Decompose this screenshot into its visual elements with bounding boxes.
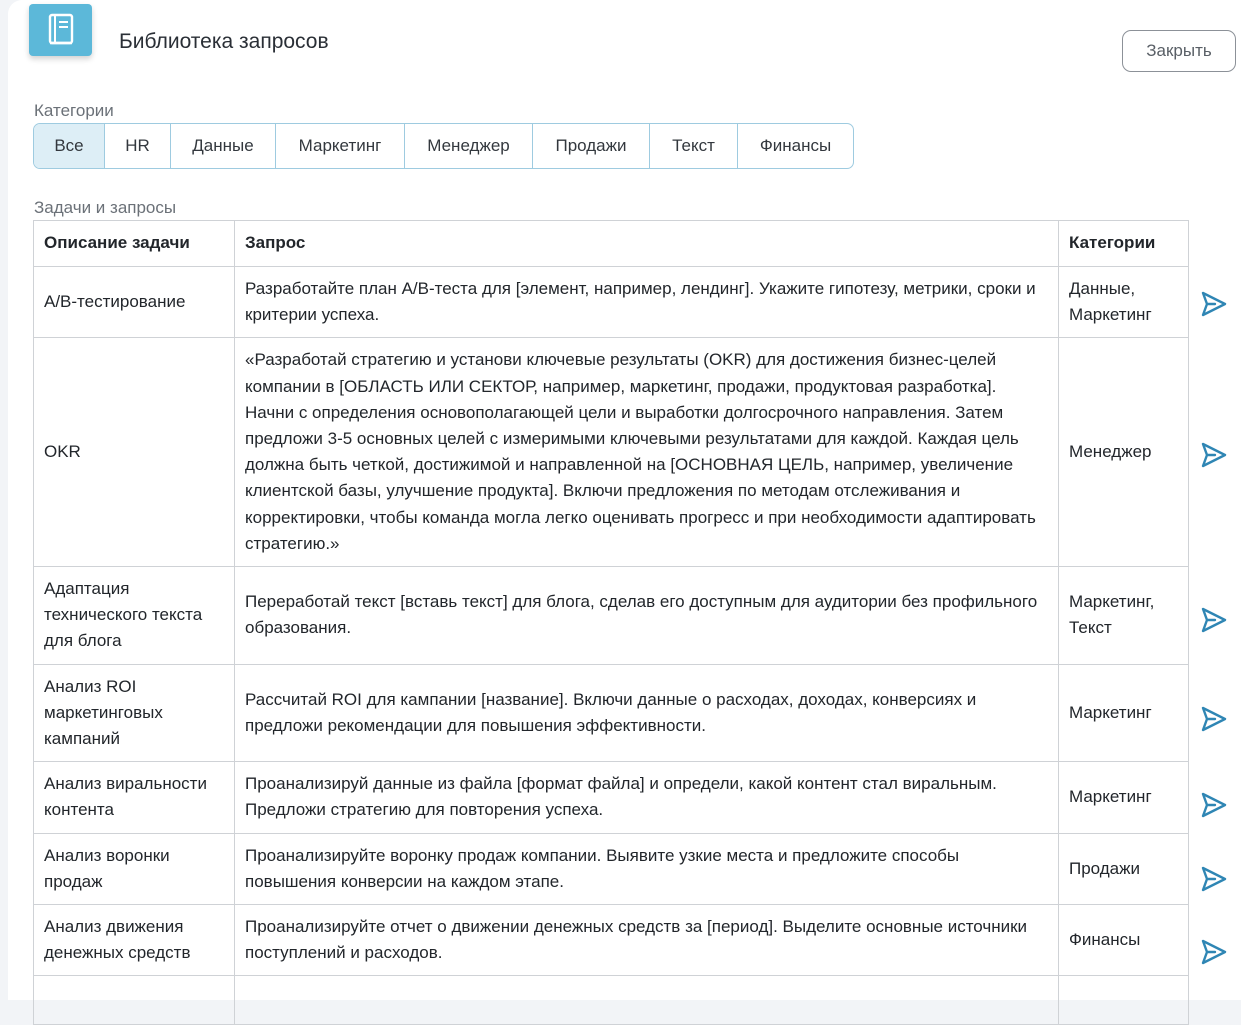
category-filter: Все HR Данные Маркетинг Менеджер Продажи… bbox=[33, 123, 854, 169]
send-prompt-button[interactable] bbox=[1199, 440, 1229, 470]
prompt-cell: Проанализируйте отчет о движении денежны… bbox=[234, 904, 1059, 977]
prompt-cell: Проанализируйте воронку продаж компании.… bbox=[234, 832, 1059, 906]
column-header-category: Категории bbox=[1058, 220, 1189, 267]
send-icon bbox=[1201, 442, 1227, 468]
task-cell: OKR bbox=[33, 337, 235, 568]
send-prompt-button[interactable] bbox=[1199, 704, 1229, 734]
prompts-table: Описание задачи Запрос Категории A/B-тес… bbox=[33, 220, 1189, 1025]
category-tab-manager[interactable]: Менеджер bbox=[404, 124, 532, 168]
table-row[interactable]: Анализ ROI маркетинговых кампаний Рассчи… bbox=[33, 663, 1189, 763]
task-cell: Анализ виральности контента bbox=[33, 761, 235, 834]
prompt-cell: Рассчитай ROI для кампании [название]. В… bbox=[234, 663, 1059, 763]
send-prompt-button[interactable] bbox=[1199, 289, 1229, 319]
send-icon bbox=[1201, 291, 1227, 317]
send-icon bbox=[1201, 792, 1227, 818]
category-cell: Продажи bbox=[1058, 832, 1189, 906]
logo bbox=[29, 4, 92, 56]
table-row bbox=[33, 975, 1189, 1025]
task-cell: Анализ движения денежных средств bbox=[33, 904, 235, 977]
table-row[interactable]: Анализ движения денежных средств Проанал… bbox=[33, 904, 1189, 977]
category-cell: Менеджер bbox=[1058, 337, 1189, 568]
table-row[interactable]: OKR «Разработай стратегию и установи клю… bbox=[33, 337, 1189, 568]
category-cell: Маркетинг bbox=[1058, 663, 1189, 763]
category-tab-marketing[interactable]: Маркетинг bbox=[275, 124, 404, 168]
category-cell: Маркетинг bbox=[1058, 761, 1189, 834]
table-row[interactable]: Анализ виральности контента Проанализиру… bbox=[33, 761, 1189, 834]
task-cell: A/B-тестирование bbox=[33, 265, 235, 339]
categories-label: Категории bbox=[34, 101, 114, 120]
category-cell: Финансы bbox=[1058, 904, 1189, 977]
prompt-cell: Проанализируй данные из файла [формат фа… bbox=[234, 761, 1059, 834]
column-header-task: Описание задачи bbox=[33, 220, 235, 267]
prompt-cell: Разработайте план A/B-теста для [элемент… bbox=[234, 265, 1059, 339]
table-header-row: Описание задачи Запрос Категории bbox=[33, 220, 1189, 267]
category-tab-finance[interactable]: Финансы bbox=[737, 124, 853, 168]
close-button[interactable]: Закрыть bbox=[1122, 30, 1236, 72]
category-cell: Маркетинг, Текст bbox=[1058, 566, 1189, 665]
category-tab-all[interactable]: Все bbox=[34, 124, 104, 168]
table-row[interactable]: Анализ воронки продаж Проанализируйте во… bbox=[33, 832, 1189, 906]
book-icon bbox=[48, 13, 73, 45]
category-tab-sales[interactable]: Продажи bbox=[532, 124, 649, 168]
task-cell: Анализ ROI маркетинговых кампаний bbox=[33, 663, 235, 763]
category-tab-text[interactable]: Текст bbox=[649, 124, 737, 168]
send-icon bbox=[1201, 939, 1227, 965]
send-icon bbox=[1201, 706, 1227, 732]
tasks-label: Задачи и запросы bbox=[34, 198, 177, 217]
category-tab-data[interactable]: Данные bbox=[170, 124, 275, 168]
column-header-prompt: Запрос bbox=[234, 220, 1059, 267]
send-prompt-button[interactable] bbox=[1199, 790, 1229, 820]
send-icon bbox=[1201, 607, 1227, 633]
table-row[interactable]: Адаптация технического текста для блога … bbox=[33, 566, 1189, 665]
category-cell: Данные, Маркетинг bbox=[1058, 265, 1189, 339]
task-cell: Анализ воронки продаж bbox=[33, 832, 235, 906]
table-row[interactable]: A/B-тестирование Разработайте план A/B-т… bbox=[33, 265, 1189, 339]
send-icon bbox=[1201, 866, 1227, 892]
send-prompt-button[interactable] bbox=[1199, 864, 1229, 894]
task-cell: Адаптация технического текста для блога bbox=[33, 566, 235, 665]
page-title: Библиотека запросов bbox=[119, 30, 329, 53]
send-prompt-button[interactable] bbox=[1199, 937, 1229, 967]
category-tab-hr[interactable]: HR bbox=[104, 124, 170, 168]
send-prompt-button[interactable] bbox=[1199, 605, 1229, 635]
prompt-cell: Переработай текст [вставь текст] для бло… bbox=[234, 566, 1059, 665]
prompt-cell: «Разработай стратегию и установи ключевы… bbox=[234, 337, 1059, 568]
